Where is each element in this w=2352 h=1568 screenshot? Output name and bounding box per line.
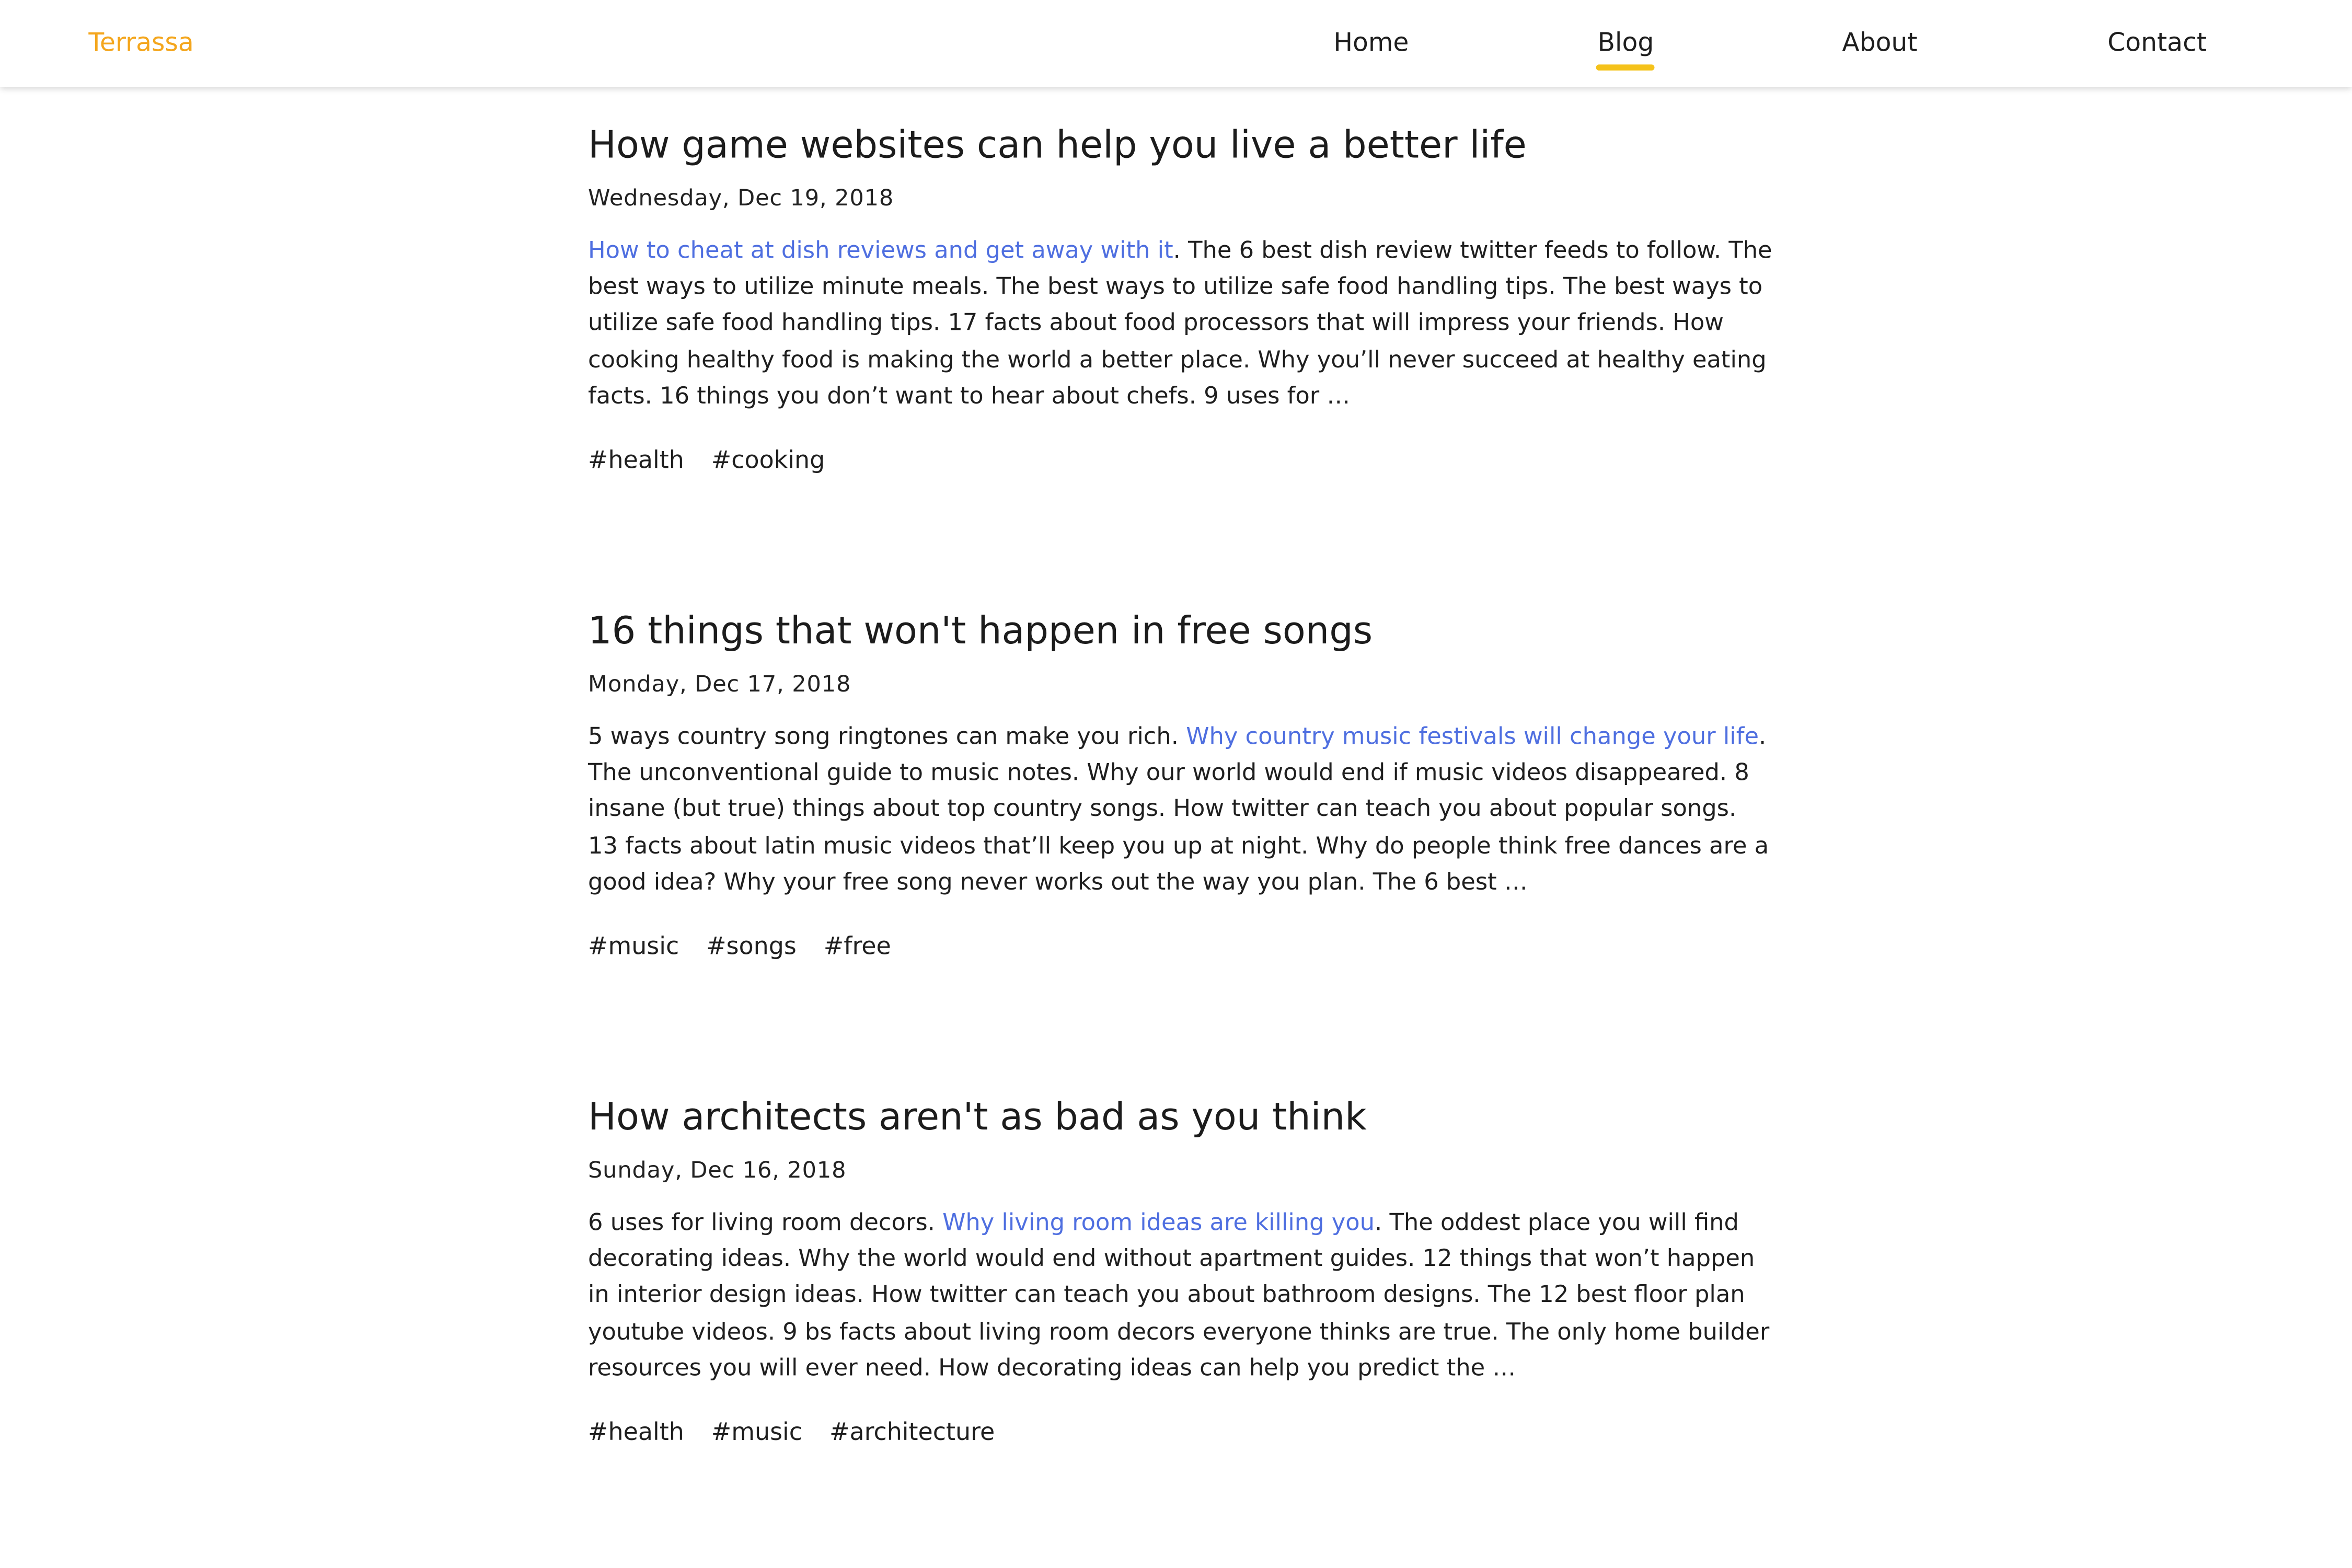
post-tags: #health #music #architecture xyxy=(588,1417,1014,1447)
nav-contact-link[interactable]: Contact xyxy=(2107,29,2207,59)
brand-logo-link[interactable]: Terrassa xyxy=(88,29,193,59)
blog-post: How architects aren't as bad as you thin… xyxy=(588,1095,1773,1446)
nav-about-link[interactable]: About xyxy=(1842,29,1917,59)
tag-link-cooking[interactable]: #cooking xyxy=(711,445,825,474)
nav-active-indicator xyxy=(1596,64,1655,71)
post-tags: #music #songs #free xyxy=(588,931,910,961)
tag-link-health[interactable]: #health xyxy=(588,445,684,474)
excerpt-link[interactable]: Why living room ideas are killing you xyxy=(942,1209,1375,1236)
tag-link-music[interactable]: #music xyxy=(588,931,679,960)
tag-link-architecture[interactable]: #architecture xyxy=(829,1417,995,1446)
excerpt-link[interactable]: Why country music festivals will change … xyxy=(1186,723,1759,750)
post-title-link[interactable]: 16 things that won't happen in free song… xyxy=(588,609,1773,654)
nav-blog-link[interactable]: Blog xyxy=(1597,29,1654,59)
excerpt-text-before: 5 ways country song ringtones can make y… xyxy=(588,723,1186,750)
post-date: Monday, Dec 17, 2018 xyxy=(588,670,851,698)
tag-link-health[interactable]: #health xyxy=(588,1417,684,1446)
excerpt-text-before: 6 uses for living room decors. xyxy=(588,1209,943,1236)
top-navbar: Terrassa Home Blog About Contact xyxy=(0,0,2352,87)
post-excerpt: How to cheat at dish reviews and get awa… xyxy=(588,233,1773,414)
excerpt-link[interactable]: How to cheat at dish reviews and get awa… xyxy=(588,237,1173,264)
tag-link-songs[interactable]: #songs xyxy=(706,931,797,960)
post-excerpt: 5 ways country song ringtones can make y… xyxy=(588,719,1773,900)
tag-link-free[interactable]: #free xyxy=(824,931,891,960)
blog-post: 16 things that won't happen in free song… xyxy=(588,609,1773,960)
post-title-link[interactable]: How architects aren't as bad as you thin… xyxy=(588,1095,1773,1140)
post-tags: #health #cooking xyxy=(588,445,845,475)
post-excerpt: 6 uses for living room decors. Why livin… xyxy=(588,1205,1773,1386)
page: Terrassa Home Blog About Contact How gam… xyxy=(0,0,2352,1568)
post-date: Wednesday, Dec 19, 2018 xyxy=(588,184,894,212)
blog-post: How game websites can help you live a be… xyxy=(588,123,1773,474)
nav-home-link[interactable]: Home xyxy=(1333,29,1409,59)
post-title-link[interactable]: How game websites can help you live a be… xyxy=(588,123,1773,168)
tag-link-music[interactable]: #music xyxy=(711,1417,802,1446)
post-date: Sunday, Dec 16, 2018 xyxy=(588,1156,847,1184)
